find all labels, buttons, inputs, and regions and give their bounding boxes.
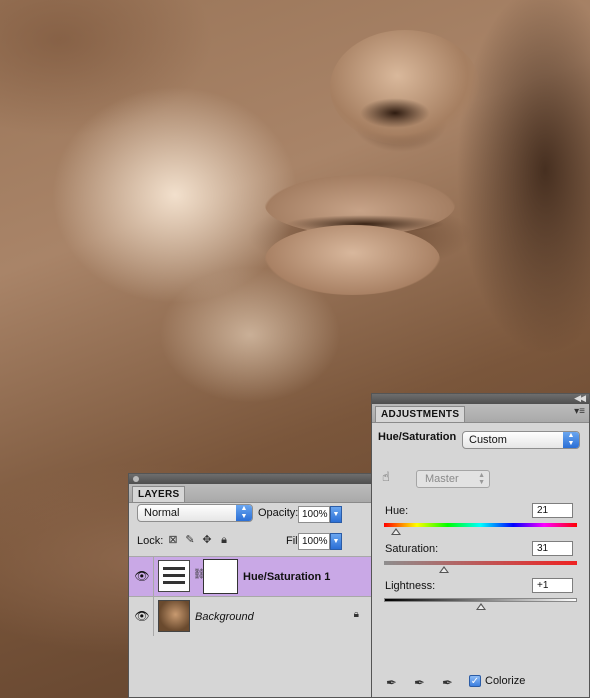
opacity-value: 100%	[302, 509, 328, 520]
eyedropper-icon[interactable]: ✒︎	[386, 675, 402, 691]
select-arrows-icon: ▲ ▼	[478, 472, 485, 486]
adjustments-panel: ◀◀ ADJUSTMENTS ▾≡ Hue/Saturation Custom …	[371, 393, 590, 698]
select-arrows-icon: ▲ ▼	[563, 432, 579, 448]
layer-row-background[interactable]: 👁︎ Background 🔒︎	[129, 596, 377, 636]
opacity-dropdown-button[interactable]: ▼	[330, 506, 342, 523]
panel-drag-bar[interactable]	[129, 474, 377, 484]
nostril-shadow	[360, 98, 430, 128]
lock-fill-row: Lock: ⊠ ✎ ✥ 🔒︎ Fill: 100% ▼	[137, 531, 369, 551]
lightness-value: +1	[537, 580, 549, 591]
hue-input[interactable]: 21	[532, 503, 573, 518]
lightness-label: Lightness:	[385, 580, 436, 592]
adjustment-title: Hue/Saturation	[378, 431, 457, 443]
opacity-field[interactable]: 100% ▼	[298, 506, 342, 523]
tab-layers[interactable]: LAYERS	[132, 486, 186, 502]
blend-mode-select[interactable]: Normal ▲ ▼	[137, 504, 253, 522]
adjustment-bar	[163, 567, 185, 570]
lower-lip	[265, 225, 440, 295]
lock-icon[interactable]: 🔒︎	[218, 534, 230, 546]
colorize-checkbox[interactable]: ✓	[469, 675, 481, 687]
panel-drag-bar[interactable]: ◀◀	[372, 393, 589, 404]
eyedropper-plus-icon[interactable]: ✒︎	[414, 675, 430, 691]
colorize-label[interactable]: Colorize	[485, 675, 525, 687]
saturation-input[interactable]: 31	[532, 541, 573, 556]
select-arrows-icon: ▲ ▼	[236, 505, 252, 521]
targeted-adjustment-icon[interactable]: ☝︎	[382, 469, 400, 487]
blend-mode-value: Normal	[144, 507, 180, 519]
blend-opacity-row: Normal ▲ ▼ Opacity: 100% ▼	[137, 504, 369, 524]
preset-select[interactable]: Custom ▲ ▼	[462, 431, 580, 449]
close-icon[interactable]	[133, 476, 139, 482]
hue-slider-track[interactable]	[384, 523, 577, 527]
lightness-slider-thumb[interactable]	[476, 603, 487, 610]
channel-value: Master	[425, 473, 459, 485]
brush-lock-icon[interactable]: ✎	[184, 534, 196, 546]
lock-label: Lock:	[137, 535, 164, 547]
layer-row-hue-saturation[interactable]: 👁︎ ⛓︎ Hue/Saturation 1	[129, 556, 377, 596]
saturation-slider-track[interactable]	[384, 561, 577, 565]
preset-value: Custom	[469, 434, 507, 446]
layers-panel: LAYERS Normal ▲ ▼ Opacity: 100% ▼ Lock: ⊠…	[128, 473, 378, 698]
lightness-input[interactable]: +1	[532, 578, 573, 593]
move-lock-icon[interactable]: ✥	[201, 534, 213, 546]
collapse-icon[interactable]: ◀◀	[574, 393, 586, 404]
divider	[153, 557, 154, 596]
eye-icon[interactable]: 👁︎	[133, 567, 151, 585]
saturation-value: 31	[537, 543, 549, 554]
hue-label: Hue:	[385, 505, 409, 517]
layer-name[interactable]: Background	[195, 611, 254, 623]
background-thumbnail[interactable]	[158, 600, 190, 632]
transparency-lock-icon[interactable]: ⊠	[167, 534, 179, 546]
lightness-slider-track[interactable]	[384, 598, 577, 602]
saturation-slider-thumb[interactable]	[438, 566, 449, 573]
adjustment-bar	[163, 574, 185, 577]
layers-tab-row: LAYERS	[129, 484, 377, 503]
nose-shape	[330, 30, 480, 145]
adjustments-tab-row: ADJUSTMENTS ▾≡	[372, 404, 589, 423]
divider	[153, 597, 154, 636]
opacity-label: Opacity:	[258, 507, 299, 519]
fill-dropdown-button[interactable]: ▼	[330, 533, 342, 550]
eyedropper-minus-icon[interactable]: ✒︎	[442, 675, 458, 691]
adjustment-bar	[163, 581, 185, 584]
channel-select: Master ▲ ▼	[416, 470, 490, 488]
saturation-label: Saturation:	[385, 543, 439, 555]
fill-value: 100%	[302, 536, 328, 547]
lock-icon: 🔒︎	[353, 609, 359, 620]
layer-mask-thumbnail[interactable]	[203, 559, 238, 594]
adjustment-layer-thumbnail[interactable]	[158, 560, 190, 592]
panel-menu-icon[interactable]: ▾≡	[574, 406, 585, 417]
fill-field[interactable]: 100% ▼	[298, 533, 342, 550]
hue-value: 21	[537, 505, 549, 516]
tab-adjustments[interactable]: ADJUSTMENTS	[375, 406, 466, 422]
hue-slider-thumb[interactable]	[390, 528, 401, 535]
eye-icon[interactable]: 👁︎	[133, 607, 151, 625]
layer-name[interactable]: Hue/Saturation 1	[243, 571, 330, 583]
